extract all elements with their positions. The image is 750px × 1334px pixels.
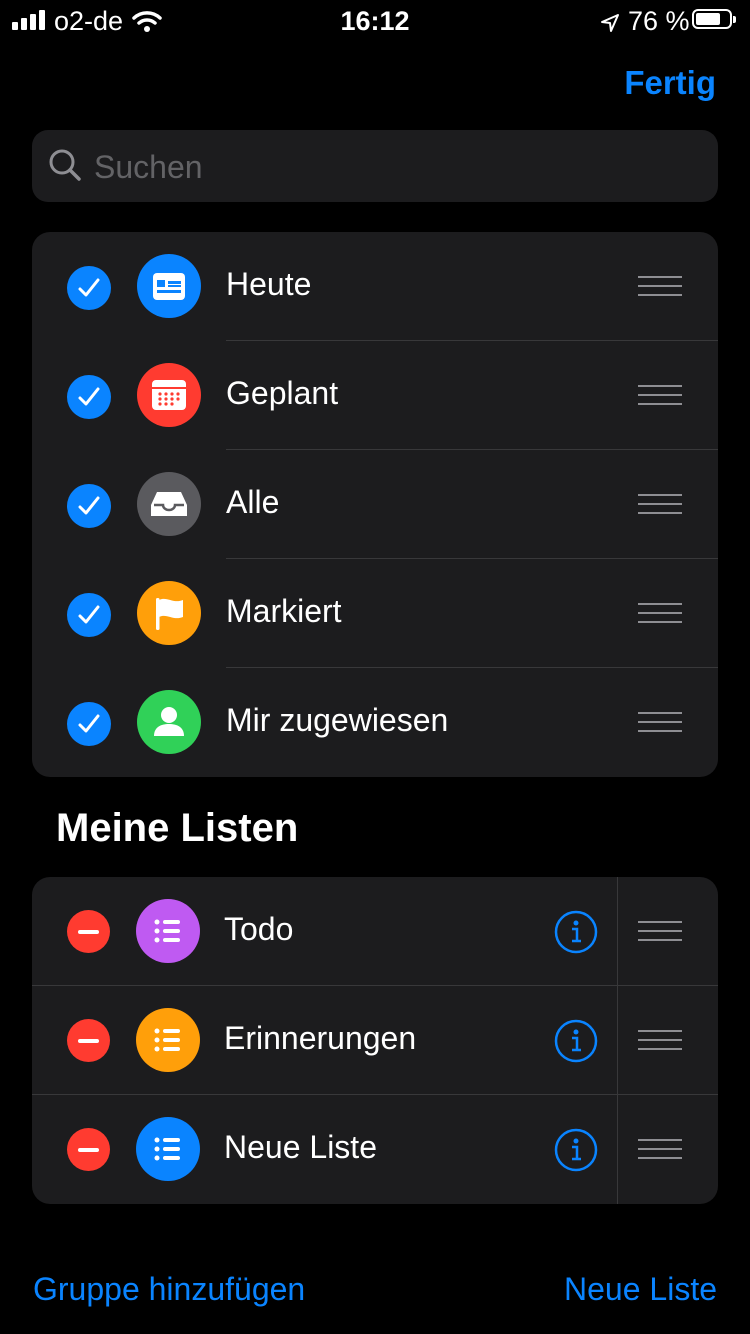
- calendar-grid-icon: [137, 363, 201, 427]
- battery-percentage: 76 %: [628, 6, 690, 36]
- smart-list-label: Geplant: [226, 375, 339, 411]
- my-list-label: Erinnerungen: [224, 1020, 417, 1056]
- my-list-label: Neue Liste: [224, 1129, 377, 1165]
- smart-list-row-flagged[interactable]: Markiert: [32, 559, 718, 668]
- search-input[interactable]: [92, 130, 696, 204]
- reorder-handle-icon[interactable]: [638, 921, 682, 943]
- smart-list-row-all[interactable]: Alle: [32, 450, 718, 559]
- location-arrow-icon: [600, 9, 620, 40]
- reorder-handle-icon[interactable]: [638, 494, 682, 516]
- reorder-handle-icon[interactable]: [638, 385, 682, 407]
- checkmark-icon[interactable]: [67, 593, 111, 637]
- checkmark-icon[interactable]: [67, 702, 111, 746]
- my-list-row-reminders[interactable]: Erinnerungen: [32, 986, 718, 1095]
- reorder-handle-icon[interactable]: [638, 712, 682, 734]
- smart-list-row-today[interactable]: Heute: [32, 232, 718, 341]
- smart-list-row-scheduled[interactable]: Geplant: [32, 341, 718, 450]
- new-list-button[interactable]: Neue Liste: [564, 1271, 717, 1308]
- calendar-today-icon: [137, 254, 201, 318]
- my-list-row-todo[interactable]: Todo: [32, 877, 718, 986]
- person-icon: [137, 690, 201, 754]
- reorder-handle-icon[interactable]: [638, 1139, 682, 1161]
- smart-list-label: Heute: [226, 266, 312, 302]
- list-bullet-icon: [136, 1008, 200, 1072]
- delete-minus-icon[interactable]: [67, 910, 110, 953]
- info-icon[interactable]: [554, 1128, 598, 1172]
- smart-list-label: Mir zugewiesen: [226, 702, 449, 738]
- smart-list-label: Alle: [226, 484, 280, 520]
- flag-icon: [137, 581, 201, 645]
- reorder-handle-icon[interactable]: [638, 276, 682, 298]
- add-group-button[interactable]: Gruppe hinzufügen: [33, 1271, 305, 1308]
- my-list-row-new-list[interactable]: Neue Liste: [32, 1095, 718, 1204]
- checkmark-icon[interactable]: [67, 484, 111, 528]
- smart-lists-card: Heute Geplant Alle Markiert Mir zugewies…: [32, 232, 718, 777]
- checkmark-icon[interactable]: [67, 375, 111, 419]
- done-button[interactable]: Fertig: [624, 64, 716, 102]
- my-list-label: Todo: [224, 911, 294, 947]
- reorder-handle-icon[interactable]: [638, 603, 682, 625]
- battery-icon: [692, 9, 736, 29]
- search-bar[interactable]: [32, 130, 718, 204]
- delete-minus-icon[interactable]: [67, 1128, 110, 1171]
- status-bar: o2-de 16:12 76 %: [0, 0, 750, 40]
- section-title-my-lists: Meine Listen: [56, 806, 299, 850]
- info-icon[interactable]: [554, 910, 598, 954]
- search-icon: [48, 148, 82, 187]
- smart-list-label: Markiert: [226, 593, 342, 629]
- smart-list-row-assigned[interactable]: Mir zugewiesen: [32, 668, 718, 777]
- my-lists-card: Todo Erinnerungen Neue Liste: [32, 877, 718, 1204]
- info-icon[interactable]: [554, 1019, 598, 1063]
- delete-minus-icon[interactable]: [67, 1019, 110, 1062]
- list-bullet-icon: [136, 1117, 200, 1181]
- reorder-handle-icon[interactable]: [638, 1030, 682, 1052]
- list-bullet-icon: [136, 899, 200, 963]
- checkmark-icon[interactable]: [67, 266, 111, 310]
- tray-icon: [137, 472, 201, 536]
